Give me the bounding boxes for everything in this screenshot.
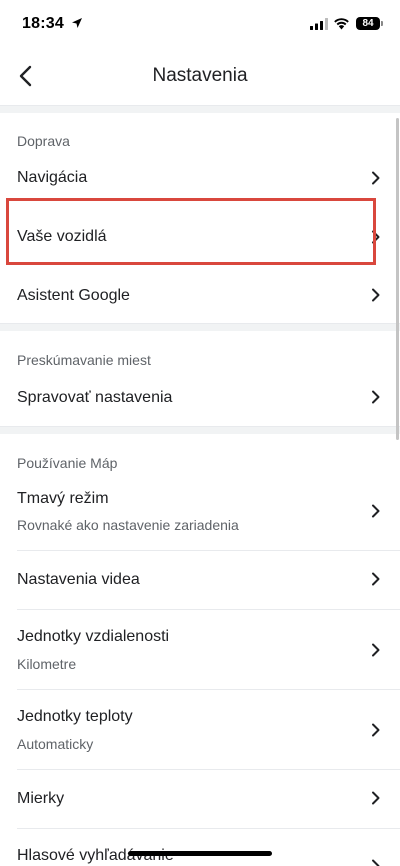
settings-item-spravovat-nastavenia[interactable]: Spravovať nastavenia bbox=[0, 375, 400, 420]
chevron-right-icon bbox=[372, 791, 380, 805]
settings-item-nastavenia-videa[interactable]: Nastavenia videa bbox=[0, 551, 400, 608]
settings-item-mierky[interactable]: Mierky bbox=[0, 770, 400, 827]
wifi-icon bbox=[334, 18, 349, 30]
chevron-right-icon bbox=[372, 572, 380, 586]
settings-item-value: Kilometre bbox=[17, 656, 77, 672]
cellular-signal-icon bbox=[310, 18, 328, 30]
home-indicator[interactable] bbox=[128, 851, 272, 856]
chevron-right-icon bbox=[372, 859, 380, 866]
settings-item-asistent-google[interactable]: Asistent Google bbox=[0, 270, 400, 320]
settings-item-jednotky-vzdialenosti[interactable]: Jednotky vzdialenosti Kilometre bbox=[0, 610, 400, 688]
highlight-box bbox=[6, 198, 376, 265]
section-divider bbox=[0, 105, 400, 113]
settings-item-hlasove-vyhladavanie[interactable]: Hlasové vyhľadávanie bbox=[0, 829, 400, 866]
location-arrow-icon bbox=[72, 18, 82, 28]
settings-item-label: Spravovať nastavenia bbox=[17, 389, 173, 406]
chevron-right-icon bbox=[372, 723, 380, 737]
settings-item-jednotky-teploty[interactable]: Jednotky teploty Automaticky bbox=[0, 690, 400, 768]
status-time: 18:34 bbox=[22, 15, 64, 32]
scrollbar[interactable] bbox=[396, 118, 399, 440]
settings-item-label: Navigácia bbox=[17, 169, 88, 186]
settings-item-navigacia[interactable]: Navigácia bbox=[0, 155, 400, 200]
chevron-right-icon bbox=[372, 288, 380, 302]
settings-item-label: Hlasové vyhľadávanie bbox=[17, 847, 174, 864]
battery-indicator: 84 bbox=[356, 17, 383, 30]
settings-item-label: Nastavenia videa bbox=[17, 571, 140, 588]
section-title-doprava: Doprava bbox=[17, 133, 70, 149]
section-title-preskumavanie: Preskúmavanie miest bbox=[17, 352, 151, 368]
settings-item-label: Tmavý režim bbox=[17, 490, 109, 507]
chevron-right-icon bbox=[372, 171, 380, 185]
section-divider bbox=[0, 323, 400, 331]
chevron-right-icon bbox=[372, 390, 380, 404]
chevron-right-icon bbox=[372, 643, 380, 657]
settings-item-value: Rovnaké ako nastavenie zariadenia bbox=[17, 517, 239, 533]
chevron-right-icon bbox=[372, 504, 380, 518]
settings-item-label: Jednotky vzdialenosti bbox=[17, 628, 170, 645]
page-title: Nastavenia bbox=[152, 65, 248, 86]
settings-item-tmavy-rezim[interactable]: Tmavý režim Rovnaké ako nastavenie zaria… bbox=[0, 480, 400, 550]
settings-item-label: Mierky bbox=[17, 790, 65, 807]
settings-item-label: Jednotky teploty bbox=[17, 708, 133, 725]
settings-item-value: Automaticky bbox=[17, 736, 94, 752]
section-divider bbox=[0, 426, 400, 434]
settings-item-label: Asistent Google bbox=[17, 287, 130, 304]
top-app-bar: Nastavenia bbox=[0, 50, 400, 105]
section-title-pouzivanie-map: Používanie Máp bbox=[17, 455, 118, 471]
status-bar: 18:34 84 bbox=[0, 0, 400, 50]
